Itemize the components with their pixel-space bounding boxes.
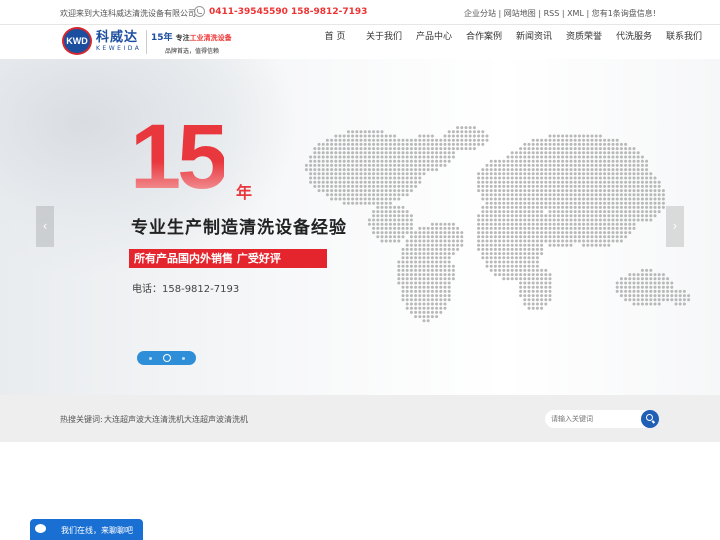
- nav-item[interactable]: 关于我们: [365, 25, 415, 59]
- header: KWD 科威达 KEWEIDA 15年 专注工业清洗设备 品牌首选，值得信赖 首…: [0, 25, 720, 59]
- keyword-link[interactable]: 大连超声波清洗机: [184, 414, 248, 425]
- topbar-phone: 0411-39545590 158-9812-7193: [194, 6, 367, 17]
- nav-item[interactable]: 资质荣誉: [565, 25, 615, 59]
- slogan: 15年 专注工业清洗设备 品牌首选，值得信赖: [146, 30, 232, 55]
- top-bar: 欢迎来到大连科威达清洗设备有限公司 0411-39545590 158-9812…: [0, 0, 720, 25]
- welcome-text: 欢迎来到大连科威达清洗设备有限公司: [60, 9, 196, 18]
- topbar-links[interactable]: 企业分站 | 网站地图 | RSS | XML | 您有1条询盘信息!: [464, 8, 656, 19]
- nav-item[interactable]: 合作案例: [465, 25, 515, 59]
- banner-number: 15: [130, 106, 228, 208]
- keyword-link[interactable]: 大连超声波: [104, 414, 144, 425]
- slogan-sub: 品牌首选，值得信赖: [165, 48, 220, 55]
- chat-widget[interactable]: 我们在线，来聊聊吧: [30, 519, 143, 540]
- keywords-label: 热搜关键词:: [60, 415, 103, 424]
- slider-dots: [137, 351, 196, 365]
- banner-tel: 电话：158-9812-7193: [132, 284, 240, 295]
- nav-item[interactable]: 联系我们: [665, 25, 715, 59]
- search-box: [545, 410, 659, 428]
- nav-item[interactable]: 产品中心: [415, 25, 465, 59]
- arrow-right-icon[interactable]: ›: [666, 206, 684, 247]
- keyword-bar: 热搜关键词: 大连超声波 大连清洗机 大连超声波清洗机: [0, 395, 720, 442]
- banner-redbar: 所有产品国内外销售 广受好评: [129, 249, 327, 268]
- logo-en: KEWEIDA: [96, 44, 142, 52]
- slogan-highlight: 工业清洗设备: [189, 34, 232, 42]
- phone-icon: [194, 6, 205, 17]
- main-nav: 首 页关于我们 产品中心 合作案例 新闻资讯 资质荣誉 代洗服务 联系我们: [317, 25, 715, 59]
- search-icon[interactable]: [641, 410, 659, 428]
- world-map-graphic: [304, 126, 691, 323]
- nav-item[interactable]: 首 页: [317, 25, 365, 59]
- search-input[interactable]: [545, 410, 641, 428]
- banner-unit: 年: [236, 183, 253, 202]
- chat-text: 我们在线，来聊聊吧: [61, 526, 133, 535]
- banner-headline: 专业生产制造清洗设备经验: [131, 218, 347, 238]
- arrow-left-icon[interactable]: ‹: [36, 206, 54, 247]
- keyword-link[interactable]: 大连清洗机: [144, 414, 184, 425]
- slider-dot[interactable]: [148, 356, 152, 360]
- chat-bubble-icon: [35, 520, 46, 533]
- slogan-prefix: 专注: [175, 34, 190, 42]
- hero-banner: 15 年 专业生产制造清洗设备经验 所有产品国内外销售 广受好评 电话：158-…: [0, 59, 720, 395]
- logo-cn: 科威达: [96, 29, 139, 45]
- slogan-years: 15年: [151, 33, 173, 43]
- nav-item[interactable]: 代洗服务: [615, 25, 665, 59]
- logo[interactable]: KWD 科威达 KEWEIDA: [62, 27, 141, 55]
- logo-badge: KWD: [62, 27, 92, 55]
- phone-numbers: 0411-39545590 158-9812-7193: [209, 6, 368, 17]
- nav-item[interactable]: 新闻资讯: [515, 25, 565, 59]
- logo-name: 科威达 KEWEIDA: [96, 31, 141, 52]
- slider-dot[interactable]: [181, 356, 185, 360]
- slider-dot[interactable]: [162, 354, 171, 362]
